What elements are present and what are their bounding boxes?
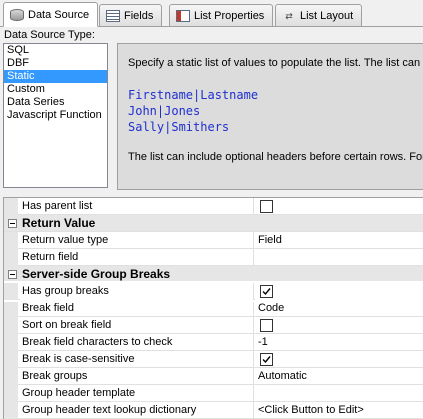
has-group-breaks-checkbox[interactable] bbox=[260, 285, 273, 298]
tab-label: Fields bbox=[124, 9, 154, 22]
property-value bbox=[255, 198, 423, 215]
has-parent-list-checkbox[interactable] bbox=[260, 200, 273, 213]
fields-icon bbox=[106, 9, 120, 22]
sort-on-break-field-checkbox[interactable] bbox=[260, 319, 273, 332]
tab-strip: Data Source Fields List Properties ⇄ Lis… bbox=[0, 0, 423, 27]
property-value[interactable]: -1 bbox=[255, 334, 423, 351]
list-item-custom[interactable]: Custom bbox=[4, 83, 107, 96]
row-gutter bbox=[4, 351, 18, 368]
property-value[interactable]: Automatic bbox=[255, 368, 423, 385]
tab-label: List Layout bbox=[300, 9, 354, 22]
property-row-has-parent-list[interactable]: Has parent list bbox=[4, 198, 423, 215]
example-line: Firstname|Lastname bbox=[128, 88, 259, 102]
tab-label: List Properties bbox=[194, 9, 265, 22]
row-gutter bbox=[4, 368, 18, 385]
property-name: Break field bbox=[20, 300, 254, 317]
tab-label: Data Source bbox=[28, 8, 90, 21]
property-row-break-case-sensitive[interactable]: Break is case-sensitive bbox=[4, 351, 423, 368]
checkmark-icon bbox=[262, 356, 271, 364]
example-line: Sally|Smithers bbox=[128, 120, 230, 134]
property-name: Break is case-sensitive bbox=[20, 351, 254, 368]
property-name: Return field bbox=[20, 249, 254, 266]
checkmark-icon bbox=[262, 288, 271, 296]
property-name: Group header template bbox=[20, 385, 254, 402]
list-item-dbf[interactable]: DBF bbox=[4, 57, 107, 70]
category-return-value[interactable]: Return Value bbox=[4, 215, 423, 232]
row-gutter bbox=[4, 317, 18, 334]
property-row-has-group-breaks[interactable]: Has group breaks bbox=[4, 283, 423, 300]
collapse-icon[interactable] bbox=[8, 270, 17, 279]
row-gutter bbox=[4, 232, 18, 249]
property-value bbox=[255, 351, 423, 368]
row-gutter bbox=[4, 249, 18, 266]
property-row-break-groups[interactable]: Break groups Automatic bbox=[4, 368, 423, 385]
property-row-break-field[interactable]: Break field Code bbox=[4, 300, 423, 317]
list-item-sql[interactable]: SQL bbox=[4, 44, 107, 57]
tab-fields[interactable]: Fields bbox=[99, 4, 163, 26]
property-row-sort-on-break-field[interactable]: Sort on break field bbox=[4, 317, 423, 334]
property-name: Group header text lookup dictionary bbox=[20, 402, 254, 419]
description-intro: Specify a static list of values to popul… bbox=[128, 57, 423, 69]
category-label: Server-side Group Breaks bbox=[22, 267, 171, 281]
database-icon bbox=[10, 8, 24, 21]
property-row-group-header-lookup[interactable]: Group header text lookup dictionary <Cli… bbox=[4, 402, 423, 419]
property-name: Sort on break field bbox=[20, 317, 254, 334]
break-case-sensitive-checkbox[interactable] bbox=[260, 353, 273, 366]
property-row-return-value-type[interactable]: Return value type Field bbox=[4, 232, 423, 249]
row-gutter bbox=[4, 283, 18, 300]
property-name: Has parent list bbox=[20, 198, 254, 215]
list-item-static[interactable]: Static bbox=[4, 70, 107, 83]
property-row-return-field[interactable]: Return field bbox=[4, 249, 423, 266]
data-source-type-label: Data Source Type: bbox=[4, 29, 95, 41]
property-value[interactable]: <Click Button to Edit> bbox=[255, 402, 423, 419]
row-gutter bbox=[4, 334, 18, 351]
row-gutter bbox=[4, 198, 18, 215]
property-name: Return value type bbox=[20, 232, 254, 249]
example-line: John|Jones bbox=[128, 104, 201, 118]
property-name: Has group breaks bbox=[20, 283, 254, 300]
tab-data-source[interactable]: Data Source bbox=[3, 2, 99, 27]
category-label: Return Value bbox=[22, 216, 96, 230]
property-row-group-header-template[interactable]: Group header template bbox=[4, 385, 423, 402]
description-panel: Specify a static list of values to popul… bbox=[117, 43, 423, 190]
property-value bbox=[255, 283, 423, 300]
collapse-icon[interactable] bbox=[8, 219, 17, 228]
property-name: Break field characters to check bbox=[20, 334, 254, 351]
list-item-javascript-function[interactable]: Javascript Function bbox=[4, 109, 107, 122]
property-name: Break groups bbox=[20, 368, 254, 385]
tab-list-properties[interactable]: List Properties bbox=[169, 4, 274, 26]
list-layout-icon: ⇄ bbox=[285, 10, 293, 21]
property-value[interactable]: Code bbox=[255, 300, 423, 317]
row-gutter bbox=[4, 402, 18, 419]
description-body: Specify a static list of values to popul… bbox=[118, 44, 423, 189]
row-gutter bbox=[4, 385, 18, 402]
list-item-data-series[interactable]: Data Series bbox=[4, 96, 107, 109]
property-value[interactable]: Field bbox=[255, 232, 423, 249]
category-server-side-group-breaks[interactable]: Server-side Group Breaks bbox=[4, 266, 423, 283]
data-source-type-list[interactable]: SQL DBF Static Custom Data Series Javasc… bbox=[3, 43, 108, 188]
list-properties-icon bbox=[176, 9, 190, 22]
row-gutter bbox=[4, 300, 18, 317]
property-value[interactable] bbox=[255, 249, 423, 266]
description-note: The list can include optional headers be… bbox=[128, 151, 423, 163]
property-value bbox=[255, 317, 423, 334]
property-row-break-field-characters[interactable]: Break field characters to check -1 bbox=[4, 334, 423, 351]
tab-list-layout[interactable]: ⇄ List Layout bbox=[275, 4, 363, 26]
property-value[interactable] bbox=[255, 385, 423, 402]
property-grid: Has parent list Return Value Return valu… bbox=[3, 197, 423, 419]
